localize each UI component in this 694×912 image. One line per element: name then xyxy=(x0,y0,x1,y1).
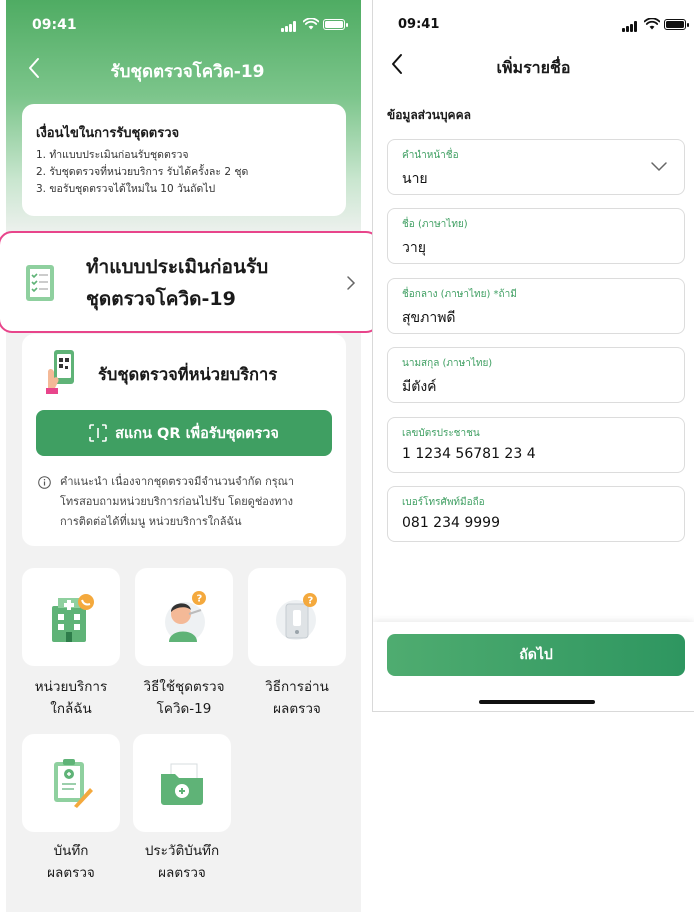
menu-label: หน่วยบริการ ใกล้ฉัน xyxy=(11,676,131,720)
svg-text:?: ? xyxy=(308,596,314,607)
field-value: 1 1234 56781 23 4 xyxy=(402,446,536,462)
conditions-card: เงื่อนไขในการรับชุดตรวจ 1. ทำแบบประเมินก… xyxy=(22,104,346,216)
service-card: รับชุดตรวจที่หน่วยบริการ สแกน QR เพื่อรั… xyxy=(22,334,346,546)
chevron-right-icon xyxy=(347,276,356,290)
menu-label-line: วิธีใช้ชุดตรวจ xyxy=(143,679,225,695)
field-value: วายุ xyxy=(402,240,426,256)
page-title: รับชุดตรวจโควิด-19 xyxy=(110,62,265,82)
menu-tile-nearby-service[interactable] xyxy=(22,568,120,666)
battery-icon xyxy=(664,19,689,30)
condition-item: 3. ขอรับชุดตรวจได้ใหม่ใน 10 วันถัดไป xyxy=(36,183,216,195)
battery-icon xyxy=(323,19,348,30)
national-id-field[interactable]: เลขบัตรประชาชน 1 1234 56781 23 4 xyxy=(387,417,685,473)
field-label: เลขบัตรประชาชน xyxy=(402,428,480,439)
menu-label-line: หน่วยบริการ xyxy=(34,679,108,695)
status-icons xyxy=(281,18,348,32)
assessment-card[interactable]: ทำแบบประเมินก่อนรับ ชุดตรวจโควิด-19 xyxy=(0,231,380,333)
menu-label-line: บันทึก xyxy=(53,843,89,859)
menu-label-line: ประวัติบันทึก xyxy=(144,843,220,859)
checklist-icon xyxy=(26,265,54,301)
scan-qr-button[interactable]: สแกน QR เพื่อรับชุดตรวจ xyxy=(36,410,332,456)
assessment-line: ทำแบบประเมินก่อนรับ xyxy=(86,256,269,278)
info-icon xyxy=(38,476,51,489)
nav-bar: เพิ่มรายชื่อ xyxy=(373,48,694,82)
advice-line: คำแนะนำ เนื่องจากชุดตรวจมีจำนวนจำกัด กรุ… xyxy=(60,475,295,488)
home-indicator xyxy=(479,700,595,704)
status-bar: 09:41 xyxy=(6,0,361,44)
last-name-field[interactable]: นามสกุล (ภาษาไทย) มีตังค์ xyxy=(387,347,685,403)
menu-label: วิธีใช้ชุดตรวจ โควิด-19 xyxy=(124,676,244,720)
menu-label-line: ผลตรวจ xyxy=(158,865,206,881)
section-title: ข้อมูลส่วนบุคคล xyxy=(387,108,471,122)
chevron-down-icon xyxy=(651,162,667,172)
field-value: สุขภาพดี xyxy=(402,310,456,326)
field-value: มีตังค์ xyxy=(402,379,437,395)
advice-text: คำแนะนำ เนื่องจากชุดตรวจมีจำนวนจำกัด กรุ… xyxy=(60,472,338,532)
clipboard-record-icon xyxy=(54,759,93,808)
page-title: เพิ่มรายชื่อ xyxy=(496,58,571,77)
field-label: ชื่อ (ภาษาไทย) xyxy=(402,219,468,230)
menu-label: บันทึก ผลตรวจ xyxy=(11,840,131,884)
field-value: 081 234 9999 xyxy=(402,515,500,531)
middle-name-field[interactable]: ชื่อกลาง (ภาษาไทย) *ถ้ามี สุขภาพดี xyxy=(387,278,685,334)
swab-test-icon: ? xyxy=(165,591,206,642)
field-label: คำนำหน้าชื่อ xyxy=(402,150,459,161)
first-name-field[interactable]: ชื่อ (ภาษาไทย) วายุ xyxy=(387,208,685,264)
assessment-text: ทำแบบประเมินก่อนรับ ชุดตรวจโควิด-19 xyxy=(86,251,268,315)
menu-tile-read-results[interactable]: ? xyxy=(248,568,346,666)
field-value: นาย xyxy=(402,171,428,187)
menu-label: ประวัติบันทึก ผลตรวจ xyxy=(122,840,242,884)
title-prefix-select[interactable]: คำนำหน้าชื่อ นาย xyxy=(387,139,685,195)
next-button[interactable]: ถัดไป xyxy=(387,634,685,676)
mobile-phone-field[interactable]: เบอร์โทรศัพท์มือถือ 081 234 9999 xyxy=(387,486,685,542)
scan-frame-icon xyxy=(89,424,107,442)
status-bar: 09:41 xyxy=(373,0,694,44)
conditions-title: เงื่อนไขในการรับชุดตรวจ xyxy=(36,126,180,141)
wifi-icon xyxy=(303,18,319,30)
menu-label-line: ผลตรวจ xyxy=(47,865,95,881)
menu-label-line: ใกล้ฉัน xyxy=(50,701,92,717)
service-title: รับชุดตรวจที่หน่วยบริการ xyxy=(98,365,278,384)
status-time: 09:41 xyxy=(32,17,77,33)
menu-tile-record-history[interactable] xyxy=(133,734,231,832)
menu-label-line: วิธีการอ่าน xyxy=(265,679,329,695)
add-person-screen: 09:41 เพิ่มรายชื่อ ข้อมูลส่วนบุคคล คำนำห… xyxy=(372,0,694,712)
phone-qr-hand-icon xyxy=(46,350,74,394)
menu-label-line: ผลตรวจ xyxy=(273,701,321,717)
condition-item: 1. ทำแบบประเมินก่อนรับชุดตรวจ xyxy=(36,149,189,161)
advice-line: การติดต่อได้ที่เมนู หน่วยบริการใกล้ฉัน xyxy=(60,515,242,528)
wifi-icon xyxy=(644,18,660,30)
condition-item: 2. รับชุดตรวจที่หน่วยบริการ รับได้ครั้งล… xyxy=(36,166,249,178)
assessment-line: ชุดตรวจโควิด-19 xyxy=(86,288,236,310)
status-icons xyxy=(622,18,689,32)
test-kit-icon: ? xyxy=(276,593,317,640)
menu-tile-how-to-test[interactable]: ? xyxy=(135,568,233,666)
menu-label-line: โควิด-19 xyxy=(156,701,212,717)
bottom-bar: ถัดไป xyxy=(373,622,694,711)
advice-line: โทรสอบถามหน่วยบริการก่อนไปรับ โดยดูช่องท… xyxy=(60,495,294,508)
signal-icon xyxy=(622,21,638,32)
status-time: 09:41 xyxy=(398,17,440,32)
menu-tile-record-result[interactable] xyxy=(22,734,120,832)
hospital-icon xyxy=(52,594,94,642)
covid-kit-screen: 09:41 รับชุดตรวจโควิด-19 เงื่อนไขในการรั… xyxy=(6,0,361,912)
scan-qr-label: สแกน QR เพื่อรับชุดตรวจ xyxy=(115,425,279,442)
field-label: เบอร์โทรศัพท์มือถือ xyxy=(402,497,485,508)
signal-icon xyxy=(281,21,297,32)
menu-label: วิธีการอ่าน ผลตรวจ xyxy=(237,676,357,720)
field-label: ชื่อกลาง (ภาษาไทย) *ถ้ามี xyxy=(402,289,517,300)
history-folder-icon xyxy=(161,763,203,805)
field-label: นามสกุล (ภาษาไทย) xyxy=(402,358,493,369)
svg-text:?: ? xyxy=(197,594,203,605)
nav-bar: รับชุดตรวจโควิด-19 xyxy=(6,52,361,86)
